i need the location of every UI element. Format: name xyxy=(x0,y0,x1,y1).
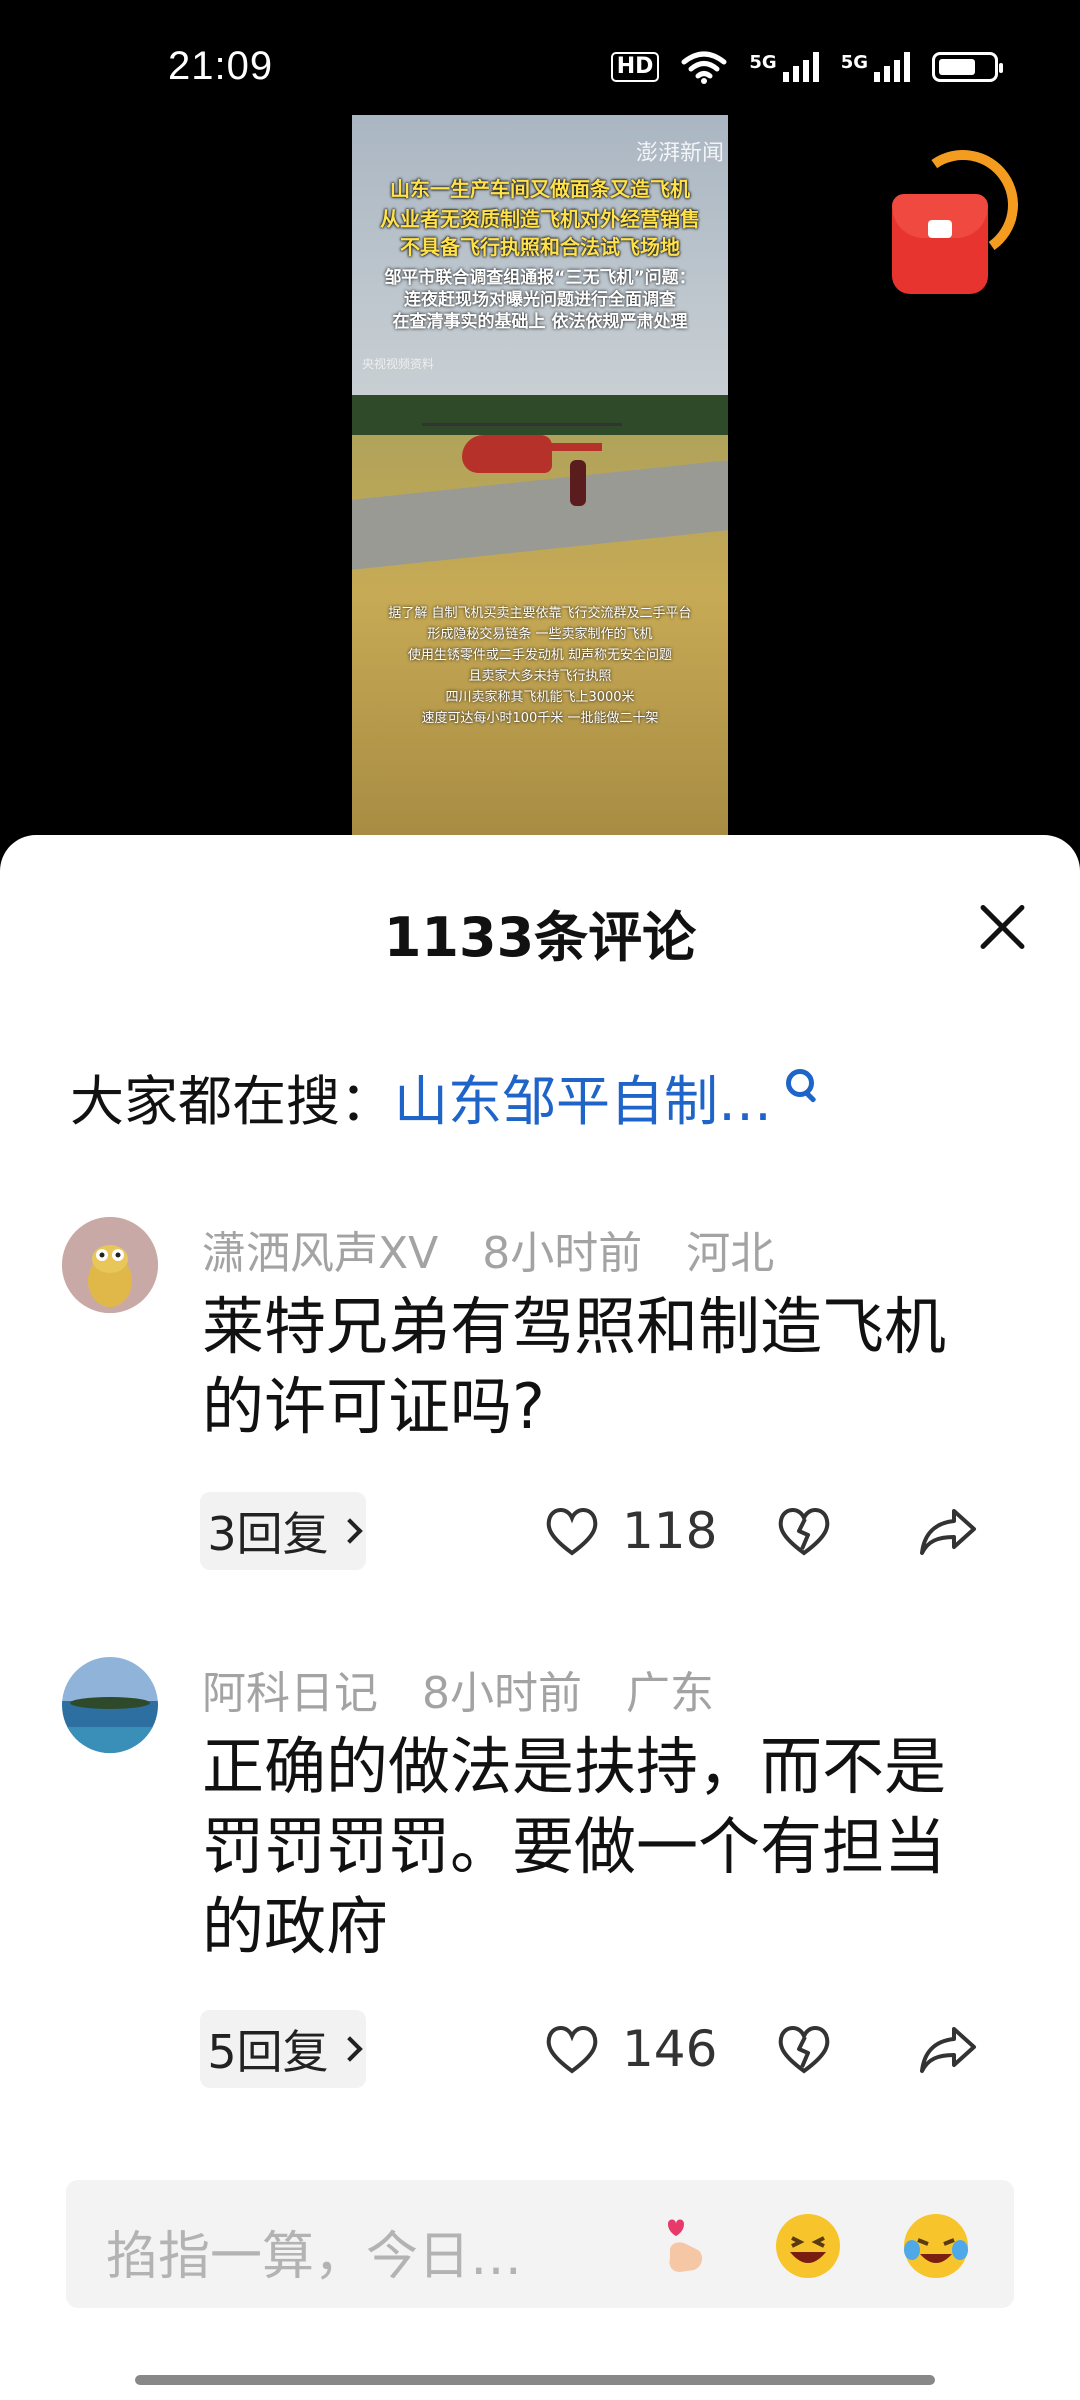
video-player[interactable]: 澎湃新闻 山东一生产车间又做面条又造飞机 从业者无资质制造飞机对外经营销售 不具… xyxy=(352,115,728,835)
status-icons: HD 5G 5G xyxy=(610,50,1003,84)
like-count: 118 xyxy=(622,1502,718,1560)
comment-text[interactable]: 正确的做法是扶持，而不是罚罚罚罚。要做一个有担当的政府 xyxy=(202,1727,992,1967)
comment-input[interactable]: 掐指一算，今日… xyxy=(66,2180,1014,2308)
signal-icon-sim2: 5G xyxy=(841,52,910,82)
laughing-emoji-icon[interactable] xyxy=(772,2210,844,2282)
comment-location: 河北 xyxy=(686,1228,775,1279)
comment-meta: 阿科日记 8小时前 广东 xyxy=(202,1657,744,1721)
trending-search-keyword[interactable]: 山东邹平自制… xyxy=(394,1057,772,1136)
video-notice: 邹平市联合调查组通报“三无飞机”问题： 连夜赶现场对曝光问题进行全面调查 在查清… xyxy=(384,268,696,332)
comment-username[interactable]: 潇洒风声XV xyxy=(202,1228,438,1279)
share-icon[interactable] xyxy=(916,1499,980,1563)
comment-meta: 潇洒风声XV 8小时前 河北 xyxy=(202,1217,804,1281)
hd-voice-icon: HD xyxy=(610,52,660,82)
finger-heart-emoji-icon[interactable] xyxy=(648,2210,720,2282)
share-icon[interactable] xyxy=(916,2017,980,2081)
video-source: 央视视频资料 xyxy=(362,357,435,371)
comments-sheet: 1133条评论 大家都在搜： 山东邹平自制… 潇洒风声XV 8小时前 河北 莱特… xyxy=(0,835,1080,2400)
wifi-icon xyxy=(681,51,727,84)
comment-actions: 118 xyxy=(540,1499,980,1563)
like-count: 146 xyxy=(622,2020,718,2078)
like-heart-icon[interactable] xyxy=(540,2017,604,2081)
comment-username[interactable]: 阿科日记 xyxy=(202,1668,378,1719)
signal-icon-sim1: 5G xyxy=(749,52,819,82)
like-heart-icon[interactable] xyxy=(540,1499,604,1563)
comment-text[interactable]: 莱特兄弟有驾照和制造飞机的许可证吗? xyxy=(202,1287,992,1447)
replies-button[interactable]: 5回复 xyxy=(200,2010,366,2088)
comment-time: 8小时前 xyxy=(482,1228,643,1279)
video-headline-2: 从业者无资质制造飞机对外经营销售 xyxy=(380,207,700,231)
comment-actions: 146 xyxy=(540,2017,980,2081)
replies-button[interactable]: 3回复 xyxy=(200,1492,366,1570)
trending-search-label: 大家都在搜： xyxy=(70,1070,394,1133)
trending-search[interactable]: 大家都在搜： 山东邹平自制… xyxy=(70,1057,822,1136)
comment-location: 广东 xyxy=(626,1668,714,1719)
avatar[interactable] xyxy=(62,1217,158,1313)
person-image xyxy=(570,460,586,506)
video-headline-1: 山东一生产车间又做面条又造飞机 xyxy=(390,177,690,201)
dislike-broken-heart-icon[interactable] xyxy=(772,1499,836,1563)
video-caption: 据了解 自制飞机买卖主要依靠飞行交流群及二手平台 形成隐秘交易链条 一些卖家制作… xyxy=(388,606,692,726)
crying-laughing-emoji-icon[interactable] xyxy=(900,2210,972,2282)
red-packet-icon[interactable] xyxy=(888,141,1027,300)
avatar[interactable] xyxy=(62,1657,158,1753)
home-indicator[interactable] xyxy=(135,2375,935,2385)
video-headline-3: 不具备飞行执照和合法试飞场地 xyxy=(400,235,680,259)
comment-input-placeholder: 掐指一算，今日… xyxy=(106,2227,523,2287)
dislike-broken-heart-icon[interactable] xyxy=(772,2017,836,2081)
status-time: 21:09 xyxy=(168,44,274,88)
chevron-right-icon xyxy=(336,1518,363,1544)
close-icon[interactable] xyxy=(970,895,1034,959)
battery-icon xyxy=(932,52,1003,82)
comments-title: 1133条评论 xyxy=(383,906,697,969)
video-watermark: 澎湃新闻 xyxy=(635,141,724,166)
chevron-right-icon xyxy=(336,2036,363,2062)
search-icon[interactable] xyxy=(782,1065,822,1105)
comment-time: 8小时前 xyxy=(422,1668,582,1719)
